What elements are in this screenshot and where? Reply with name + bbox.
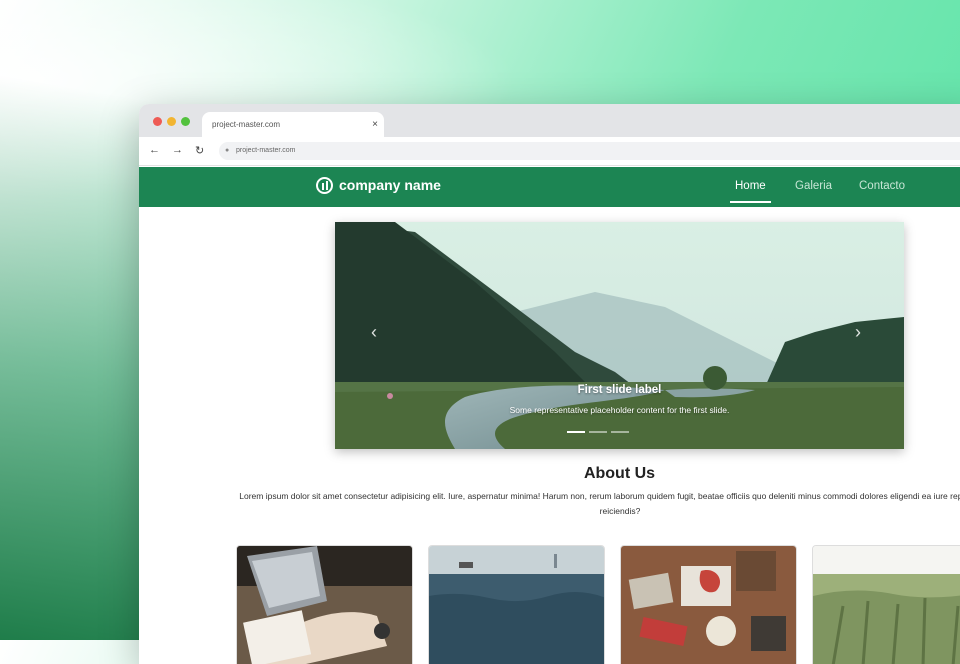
brand-icon <box>316 177 333 194</box>
about-text: Lorem ipsum dolor sit amet consectetur a… <box>239 491 960 516</box>
forward-icon[interactable]: → <box>172 144 183 156</box>
reload-icon[interactable]: ↻ <box>195 144 204 157</box>
hero-carousel: ‹ › First slide label Some representativ… <box>335 222 904 449</box>
url-input[interactable]: ● project-master.com <box>219 142 960 160</box>
sea-lighthouse-photo <box>429 546 604 664</box>
window-minimize-dot[interactable] <box>167 117 176 126</box>
browser-tab[interactable]: project-master.com × <box>202 112 384 137</box>
window-maximize-dot[interactable] <box>181 117 190 126</box>
tab-title: project-master.com <box>212 120 281 129</box>
typography-desk-photo <box>621 546 796 664</box>
laptop-writing-photo <box>237 546 412 664</box>
carousel-next-icon[interactable]: › <box>855 322 861 343</box>
slide-caption-text: Some representative placeholder content … <box>509 405 730 415</box>
carousel-indicator[interactable] <box>567 431 585 433</box>
about-title: About Us <box>583 465 656 482</box>
back-icon[interactable]: ← <box>149 144 160 156</box>
site-navbar: company name Home Galeria Contacto <box>139 167 960 207</box>
window-close-dot[interactable] <box>153 117 162 126</box>
browser-window: project-master.com × ← → ↻ ● project-mas… <box>139 104 960 664</box>
url-text: project-master.com <box>236 147 296 154</box>
nav-link-home[interactable]: Home <box>735 180 766 192</box>
gallery-card-wheat[interactable] <box>812 545 960 664</box>
nav-link-contacto[interactable]: Contacto <box>859 180 905 192</box>
lock-icon: ● <box>225 147 230 154</box>
slide-caption-title: First slide label <box>577 384 662 396</box>
brand-name: company name <box>339 177 441 193</box>
carousel-indicator[interactable] <box>611 431 629 433</box>
gallery-card-laptop[interactable] <box>236 545 413 664</box>
nav-link-galeria[interactable]: Galeria <box>795 180 832 192</box>
gallery-card-sea[interactable] <box>428 545 605 664</box>
tab-close-icon[interactable]: × <box>372 112 378 137</box>
browser-tab-bar: project-master.com × <box>139 104 960 137</box>
gallery-card-typography[interactable] <box>620 545 797 664</box>
wheat-field-photo <box>813 546 960 664</box>
address-bar: ← → ↻ ● project-master.com <box>139 137 960 166</box>
carousel-prev-icon[interactable]: ‹ <box>371 322 377 343</box>
active-nav-underline <box>730 201 771 203</box>
carousel-indicator[interactable] <box>589 431 607 433</box>
